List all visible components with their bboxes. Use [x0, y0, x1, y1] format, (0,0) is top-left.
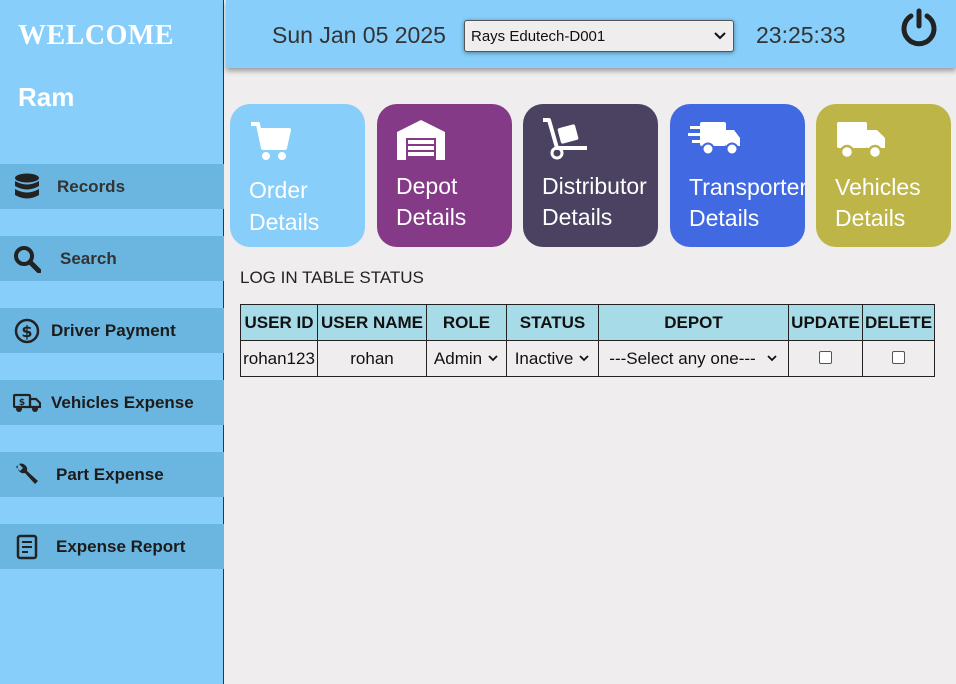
card-title-line1: Transporter	[689, 174, 805, 200]
user-name-cell: rohan	[317, 340, 427, 377]
truck-money-icon: $	[13, 389, 41, 417]
sidebar: WELCOME Ram Records Search $ Driver Paym…	[0, 0, 224, 684]
card-title-line1: Vehicles	[835, 174, 921, 200]
report-icon	[13, 533, 41, 561]
search-icon	[13, 245, 41, 273]
svg-text:$: $	[21, 322, 32, 341]
card-title-line2: Details	[542, 204, 613, 230]
column-header: DEPOT	[598, 304, 789, 341]
login-status-title: LOG IN TABLE STATUS	[240, 268, 424, 287]
user-name: Ram	[18, 82, 75, 112]
update-checkbox[interactable]	[819, 350, 832, 364]
depot-details-card[interactable]: Depot Details	[377, 104, 512, 247]
chevron-down-icon	[487, 349, 499, 369]
vehicles-details-card[interactable]: Vehicles Details	[816, 104, 951, 247]
depot-select-value: ---Select any one---	[609, 348, 756, 368]
status-select[interactable]: Inactive	[515, 349, 591, 369]
status-select-value: Inactive	[514, 348, 574, 368]
depot-select[interactable]: ---Select any one---	[609, 349, 777, 369]
svg-text:$: $	[19, 398, 25, 408]
card-title-line2: Details	[835, 205, 906, 231]
sidebar-item-driver-payment[interactable]: $ Driver Payment	[0, 308, 224, 353]
sidebar-item-label: Expense Report	[56, 536, 186, 556]
column-header: ROLE	[426, 304, 507, 341]
role-select-value: Admin	[433, 348, 483, 368]
wrench-icon	[13, 461, 41, 489]
chevron-down-icon	[766, 349, 778, 369]
sidebar-item-expense-report[interactable]: Expense Report	[0, 524, 224, 569]
depot-cell: ---Select any one---	[598, 340, 789, 377]
truck-icon	[835, 120, 887, 165]
column-header: STATUS	[506, 304, 599, 341]
cart-icon	[249, 120, 291, 167]
sidebar-item-label: Part Expense	[56, 464, 164, 484]
column-header: DELETE	[862, 304, 935, 341]
fast-truck-icon	[688, 118, 742, 163]
table-row: rohan123 rohan Admin Inactive ---Select …	[240, 340, 935, 377]
hand-truck-icon	[541, 118, 589, 165]
transporter-details-card[interactable]: Transporter Details	[670, 104, 805, 247]
sidebar-item-label: Records	[57, 176, 126, 196]
dollar-coin-icon: $	[13, 317, 41, 345]
column-header: USER ID	[240, 304, 318, 341]
sidebar-item-label: Search	[60, 248, 117, 268]
site-select-value: Rays Edutech-D001	[471, 27, 606, 45]
current-time: 23:25:33	[756, 22, 846, 48]
power-icon[interactable]	[900, 8, 938, 48]
role-select[interactable]: Admin	[434, 349, 499, 369]
card-title-line2: Details	[689, 205, 760, 231]
card-title-line1: Order	[249, 177, 308, 203]
role-cell: Admin	[426, 340, 507, 377]
order-details-card[interactable]: Order Details	[230, 104, 365, 247]
card-title-line2: Details	[249, 209, 320, 235]
sidebar-item-records[interactable]: Records	[0, 164, 224, 209]
status-cell: Inactive	[506, 340, 599, 377]
sidebar-item-vehicles-expense[interactable]: $ Vehicles Expense	[0, 380, 224, 425]
table-header-row: USER ID USER NAME ROLE STATUS DEPOT UPDA…	[240, 304, 935, 341]
welcome-heading: WELCOME	[18, 20, 174, 51]
delete-cell	[862, 340, 935, 377]
card-title-line1: Distributor	[542, 173, 647, 199]
warehouse-icon	[395, 118, 447, 165]
sidebar-item-label: Driver Payment	[51, 320, 176, 340]
database-icon	[13, 173, 41, 201]
card-title-line2: Details	[396, 204, 467, 230]
update-cell	[788, 340, 863, 377]
top-header: Sun Jan 05 2025 Rays Edutech-D001 23:25:…	[226, 0, 956, 68]
user-id-cell: rohan123	[240, 340, 318, 377]
delete-checkbox[interactable]	[892, 350, 905, 364]
column-header: UPDATE	[788, 304, 863, 341]
current-date: Sun Jan 05 2025	[272, 22, 446, 48]
sidebar-item-search[interactable]: Search	[0, 236, 224, 281]
card-title-line1: Depot	[396, 173, 458, 199]
column-header: USER NAME	[317, 304, 427, 341]
login-status-table: USER ID USER NAME ROLE STATUS DEPOT UPDA…	[240, 304, 935, 377]
site-select[interactable]: Rays Edutech-D001	[464, 20, 734, 52]
sidebar-item-part-expense[interactable]: Part Expense	[0, 452, 224, 497]
chevron-down-icon	[713, 29, 727, 47]
chevron-down-icon	[578, 349, 590, 369]
distributor-details-card[interactable]: Distributor Details	[523, 104, 658, 247]
sidebar-item-label: Vehicles Expense	[51, 392, 194, 412]
